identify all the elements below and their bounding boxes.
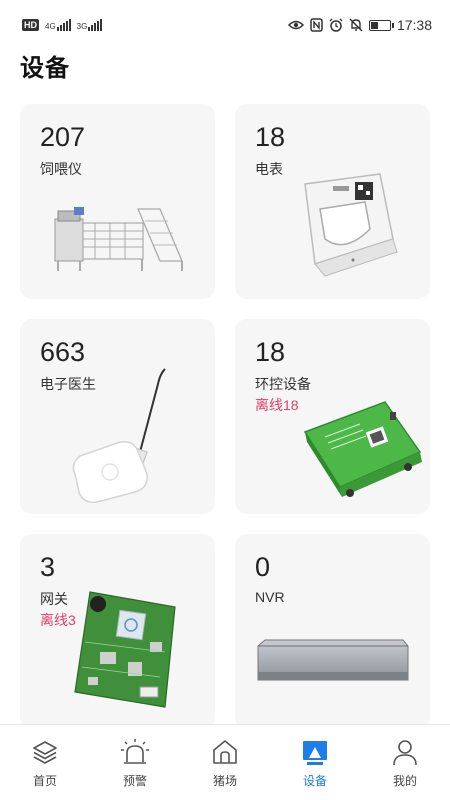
nav-label: 猪场 [212, 774, 237, 788]
device-card-feeder[interactable]: 207 饲喂仪 [20, 104, 215, 299]
device-count: 18 [255, 337, 286, 367]
gateway-board-image [74, 591, 176, 708]
nav-item-alerts[interactable]: 预警 [90, 725, 180, 800]
user-icon [390, 737, 420, 767]
network-type-1: 4G [45, 22, 56, 31]
device-grid: 207 饲喂仪 18 电表 663 电子医生 18 环控设备 离线18 3 网关… [20, 104, 431, 724]
nav-item-home[interactable]: 首页 [0, 725, 90, 800]
environment-controller-image [303, 401, 422, 497]
device-name: 电表 [255, 161, 283, 177]
electronic-doctor-image [72, 368, 166, 504]
home-icon [210, 737, 240, 767]
device-icon [300, 737, 330, 767]
offline-count: 离线18 [255, 397, 299, 413]
network-type-2: 3G [76, 22, 88, 31]
device-name: 饲喂仪 [40, 161, 82, 177]
page-title: 设备 [20, 55, 70, 82]
nfc-icon [310, 18, 323, 32]
device-count: 207 [40, 122, 86, 152]
nav-item-devices[interactable]: 设备 [270, 725, 360, 800]
nav-item-farm[interactable]: 猪场 [180, 725, 270, 800]
signal-icon-1: 4G [45, 19, 71, 31]
battery-icon [368, 19, 394, 31]
device-name: 环控设备 [255, 376, 311, 392]
hd-badge: HD [22, 19, 39, 31]
device-count: 0 [255, 552, 271, 582]
device-count: 3 [40, 552, 56, 582]
clock: 17:38 [396, 17, 432, 33]
device-name: 网关 [40, 591, 68, 607]
electric-meter-image [304, 173, 398, 277]
nav-item-me[interactable]: 我的 [360, 725, 450, 800]
nvr-box-image [257, 639, 409, 681]
eye-icon [287, 20, 304, 30]
mute-icon [349, 18, 363, 32]
signal-icon-2: 3G [77, 19, 103, 31]
bottom-nav: 首页 预警 猪场 设备 我的 [0, 724, 450, 800]
nav-label: 首页 [32, 774, 57, 788]
device-name: NVR [255, 589, 285, 605]
status-bar-left: HD 4G 3G [22, 19, 103, 31]
status-bar: HD 4G 3G 17:38 [0, 0, 450, 50]
device-card-meter[interactable]: 18 电表 [235, 104, 430, 299]
nav-label: 我的 [392, 774, 417, 788]
nav-label: 预警 [122, 774, 147, 788]
feeder-machine-image [54, 207, 183, 271]
device-card-environment-controller[interactable]: 18 环控设备 离线18 [235, 319, 430, 514]
status-bar-right: 17:38 [287, 17, 432, 33]
device-card-gateway[interactable]: 3 网关 离线3 [20, 534, 215, 724]
alarm-light-icon [120, 737, 150, 767]
device-card-nvr[interactable]: 0 NVR [235, 534, 430, 724]
device-count: 18 [255, 122, 286, 152]
alarm-icon [329, 18, 343, 32]
layers-icon [30, 737, 60, 767]
nav-label: 设备 [302, 774, 327, 788]
device-card-electronic-doctor[interactable]: 663 电子医生 [20, 319, 215, 514]
